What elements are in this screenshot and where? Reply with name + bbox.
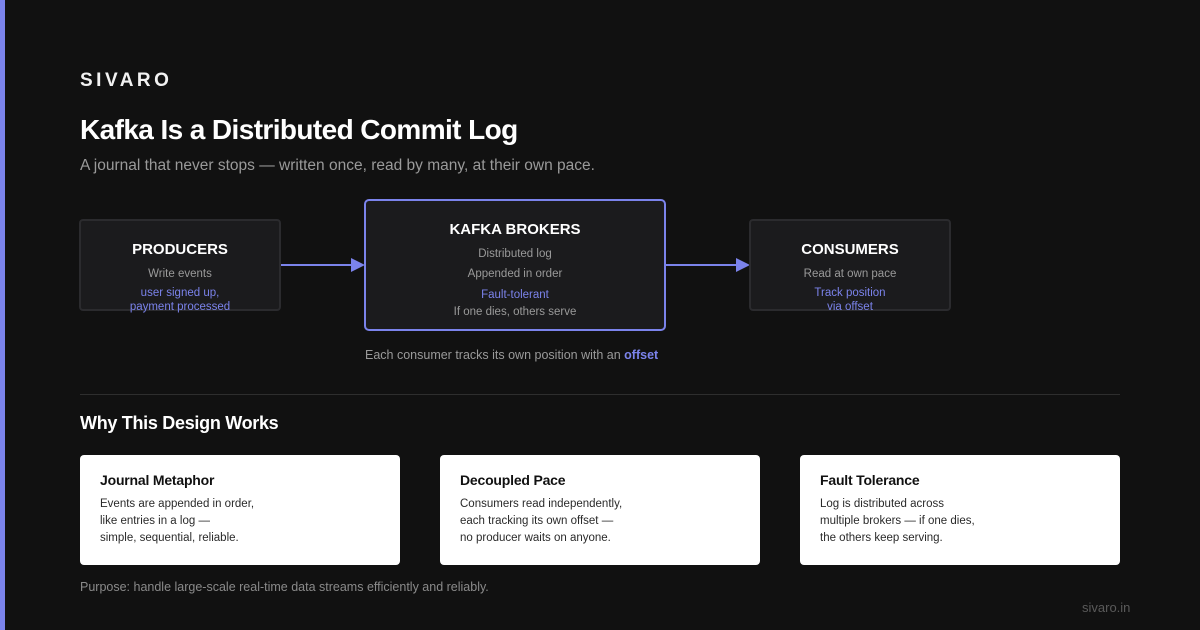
card-line: each tracking its own offset — <box>460 515 614 527</box>
card-title: Decoupled Pace <box>460 472 566 488</box>
producers-description: Write events <box>148 268 212 280</box>
arrow-producers-to-kafka <box>281 258 365 272</box>
card-decoupled-pace: Decoupled Pace Consumers read independen… <box>440 455 760 565</box>
kafka-footer-line: If one dies, others serve <box>453 306 577 318</box>
offset-note: Each consumer tracks its own position wi… <box>365 348 658 362</box>
consumers-description: Read at own pace <box>803 268 897 280</box>
card-title: Journal Metaphor <box>100 472 215 488</box>
section-divider <box>80 394 1120 395</box>
card-title: Fault Tolerance <box>820 472 920 488</box>
card-line: multiple brokers — if one dies, <box>820 515 975 527</box>
consumers-box: CONSUMERS Read at own pace Track positio… <box>749 219 951 313</box>
card-journal-metaphor: Journal Metaphor Events are appended in … <box>80 455 400 565</box>
footer-url: sivaro.in <box>1082 600 1131 615</box>
kafka-title: KAFKA BROKERS <box>449 221 581 238</box>
card-line: Consumers read independently, <box>460 498 623 510</box>
kafka-brokers-box: KAFKA BROKERS Distributed log Appended i… <box>364 199 666 331</box>
kafka-line-2: Appended in order <box>467 268 563 280</box>
slide: SIVARO Kafka Is a Distributed Commit Log… <box>0 0 1200 630</box>
kafka-accent: Fault-tolerant <box>481 289 549 301</box>
producers-title: PRODUCERS <box>132 241 228 258</box>
card-fault-tolerance: Fault Tolerance Log is distributed acros… <box>800 455 1120 565</box>
section-title: Why This Design Works <box>80 413 279 433</box>
producers-box: PRODUCERS Write events user signed up, p… <box>79 219 281 313</box>
consumers-detail-2: via offset <box>827 301 873 313</box>
producers-example-1: user signed up, <box>140 287 220 299</box>
consumers-title: CONSUMERS <box>801 241 899 258</box>
kafka-line-1: Distributed log <box>478 248 552 260</box>
producers-example-2: payment processed <box>129 301 231 313</box>
card-line: like entries in a log — <box>100 515 210 527</box>
card-line: simple, sequential, reliable. <box>100 532 239 544</box>
offset-note-text: Each consumer tracks its own position wi… <box>365 348 625 362</box>
offset-highlight: offset <box>624 348 659 362</box>
arrow-kafka-to-consumers <box>666 258 750 272</box>
card-line: Log is distributed across <box>820 498 945 510</box>
card-line: the others keep serving. <box>820 532 943 544</box>
card-line: Events are appended in order, <box>100 498 255 510</box>
consumers-detail-1: Track position <box>814 287 886 299</box>
purpose-note: Purpose: handle large-scale real-time da… <box>80 580 489 594</box>
card-line: no producer waits on anyone. <box>460 532 611 544</box>
